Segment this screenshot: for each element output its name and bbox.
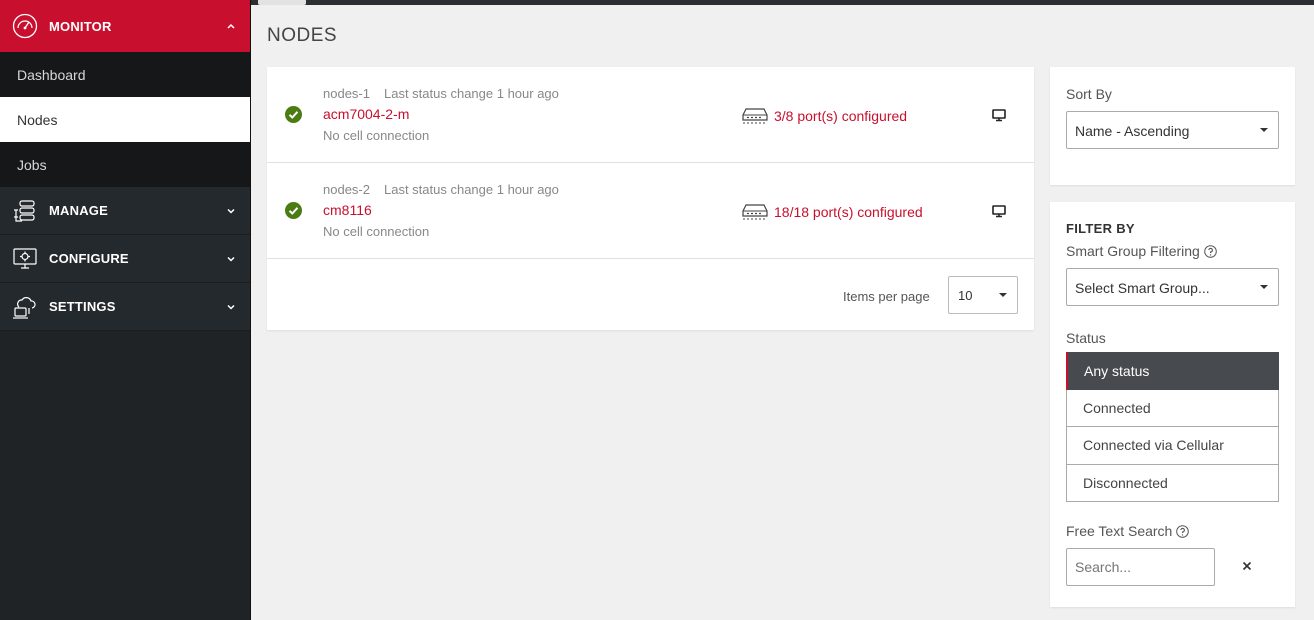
caret-down-icon <box>999 293 1007 297</box>
sidebar-section-settings[interactable]: SETTINGS <box>0 283 250 331</box>
smart-group-label: Smart Group Filtering <box>1066 243 1217 259</box>
sidebar-item-label: Nodes <box>17 111 58 128</box>
sidebar-item-dashboard[interactable]: Dashboard <box>0 52 250 97</box>
node-cell-status: No cell connection <box>323 128 430 143</box>
node-list: nodes-1 Last status change 1 hour ago acm… <box>267 67 1034 330</box>
status-label: Status <box>1066 330 1106 346</box>
status-option-label: Connected <box>1083 399 1151 416</box>
help-circle-icon[interactable] <box>1204 245 1217 258</box>
filter-title: FILTER BY <box>1066 221 1135 236</box>
chevron-down-icon <box>227 304 235 310</box>
monitor-gear-icon <box>12 246 38 272</box>
top-tab-notch <box>258 0 306 5</box>
free-text-label: Free Text Search <box>1066 523 1190 539</box>
items-per-page-value: 10 <box>958 288 973 303</box>
speedometer-icon <box>12 13 38 39</box>
sidebar-section-label: CONFIGURE <box>49 251 129 266</box>
caret-down-icon <box>1260 128 1268 132</box>
check-circle-icon <box>285 202 302 219</box>
node-id: nodes-2 <box>323 182 370 197</box>
router-icon <box>742 204 768 220</box>
chevron-down-icon <box>227 208 235 214</box>
sidebar-item-jobs[interactable]: Jobs <box>0 142 250 187</box>
node-ports-link[interactable]: 3/8 port(s) configured <box>774 108 907 124</box>
status-options: Any status Connected Connected via Cellu… <box>1066 352 1279 502</box>
console-monitor-icon[interactable] <box>992 204 1006 218</box>
node-last-change: Last status change 1 hour ago <box>383 182 559 197</box>
sort-panel: Sort By Name - Ascending <box>1050 67 1295 185</box>
sort-value: Name - Ascending <box>1075 123 1190 139</box>
free-text-label-text: Free Text Search <box>1066 523 1173 539</box>
sidebar-section-configure[interactable]: CONFIGURE <box>0 235 250 283</box>
search-input[interactable] <box>1066 548 1215 586</box>
help-circle-icon[interactable] <box>1176 525 1190 538</box>
sidebar-section-monitor[interactable]: MONITOR <box>0 0 250 52</box>
smart-group-label-text: Smart Group Filtering <box>1066 243 1200 259</box>
sidebar-item-label: Jobs <box>17 156 47 173</box>
node-ports-link[interactable]: 18/18 port(s) configured <box>774 204 923 220</box>
status-option-connected[interactable]: Connected <box>1066 389 1279 427</box>
items-per-page-select[interactable]: 10 <box>948 276 1018 314</box>
sidebar-item-nodes[interactable]: Nodes <box>0 97 250 142</box>
node-row[interactable]: nodes-2 Last status change 1 hour ago cm8… <box>267 163 1034 259</box>
sidebar-item-label: Dashboard <box>17 66 86 83</box>
node-last-change: Last status change 1 hour ago <box>383 86 559 101</box>
status-option-any[interactable]: Any status <box>1066 352 1279 390</box>
chevron-up-icon <box>227 23 235 29</box>
sidebar-section-manage[interactable]: MANAGE <box>0 187 250 235</box>
cloud-settings-icon <box>12 294 38 320</box>
server-stack-icon <box>12 198 38 224</box>
caret-down-icon <box>1260 285 1268 289</box>
smart-group-select[interactable]: Select Smart Group... <box>1066 268 1279 306</box>
node-name-link[interactable]: cm8116 <box>323 202 372 218</box>
sidebar-section-label: MANAGE <box>49 203 108 218</box>
node-cell-status: No cell connection <box>323 224 430 239</box>
close-icon[interactable] <box>1240 559 1254 573</box>
status-option-label: Disconnected <box>1083 474 1168 491</box>
node-name-link[interactable]: acm7004-2-m <box>323 106 409 122</box>
sidebar-section-label: MONITOR <box>49 18 112 34</box>
smart-group-value: Select Smart Group... <box>1075 280 1210 296</box>
pagination: Items per page 10 <box>267 260 1034 330</box>
node-meta: nodes-1 Last status change 1 hour ago <box>323 86 559 101</box>
top-bar <box>251 0 1314 5</box>
node-id: nodes-1 <box>323 86 370 101</box>
router-icon <box>742 108 768 124</box>
filter-panel: FILTER BY Smart Group Filtering Select S… <box>1050 202 1295 607</box>
status-option-disconnected[interactable]: Disconnected <box>1066 464 1279 502</box>
check-circle-icon <box>285 106 302 123</box>
status-option-label: Any status <box>1084 363 1150 379</box>
sort-label: Sort By <box>1066 86 1112 102</box>
items-per-page-label: Items per page <box>843 289 930 304</box>
page-title: NODES <box>267 25 338 46</box>
sort-select[interactable]: Name - Ascending <box>1066 111 1279 149</box>
status-option-cellular[interactable]: Connected via Cellular <box>1066 427 1279 465</box>
chevron-down-icon <box>227 256 235 262</box>
status-option-label: Connected via Cellular <box>1083 437 1224 453</box>
console-monitor-icon[interactable] <box>992 108 1006 122</box>
node-meta: nodes-2 Last status change 1 hour ago <box>323 182 559 197</box>
sidebar: MONITOR Dashboard Nodes Jobs MANAGE CONF… <box>0 0 251 620</box>
sidebar-section-label: SETTINGS <box>49 299 116 314</box>
node-row[interactable]: nodes-1 Last status change 1 hour ago acm… <box>267 67 1034 163</box>
